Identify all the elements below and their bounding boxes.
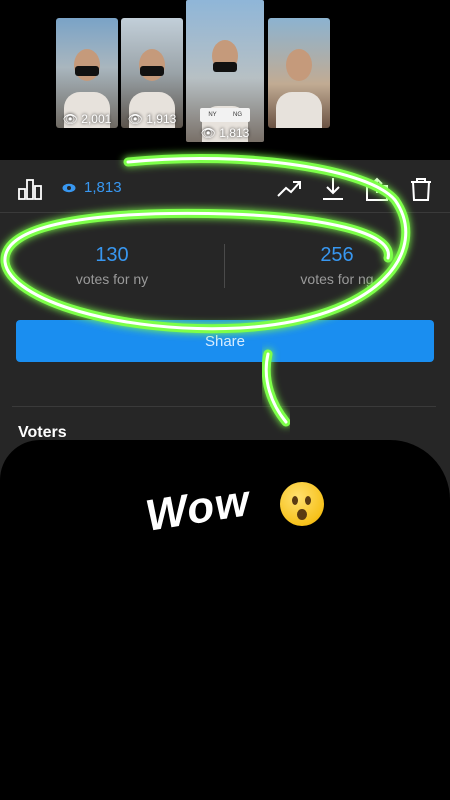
thumbnail-views-value: 2,001: [81, 112, 112, 126]
vote-count: 130: [95, 244, 129, 266]
divider: [12, 406, 436, 407]
thumbnail-views: 👁 1,813: [200, 126, 250, 140]
face-mask: [75, 66, 99, 77]
vote-count: 256: [320, 244, 354, 266]
person-face: [286, 48, 312, 81]
results-separator: [224, 244, 225, 288]
story-thumbnail-1[interactable]: 👁 2,001: [56, 18, 118, 128]
vote-label: votes for ny: [75, 271, 149, 287]
vote-label: votes for ng: [300, 271, 374, 287]
face-mask: [140, 66, 164, 77]
poll-result-ny[interactable]: 130 votes for ny: [12, 244, 212, 287]
story-thumbnail-4[interactable]: [268, 18, 330, 128]
story-thumbnail-strip: 👁 2,001 👁 1,913 NY NG 👁 1,813: [0, 0, 450, 160]
face-mask: [213, 62, 237, 73]
download-icon[interactable]: [320, 176, 346, 202]
divider: [0, 212, 450, 213]
story-thumbnail-2[interactable]: 👁 1,913: [121, 18, 183, 128]
insights-toolbar: 1,813: [0, 160, 450, 216]
poll-result-ng[interactable]: 256 votes for ng: [237, 244, 437, 287]
eye-icon: [62, 183, 76, 193]
share-results-button[interactable]: Share: [16, 320, 434, 362]
thumbnail-views-value: 1,813: [219, 126, 250, 140]
story-thumbnail-active[interactable]: NY NG 👁 1,813: [186, 0, 264, 142]
thumbnail-views: 👁 2,001: [62, 112, 112, 126]
hushed-face-emoji-icon: [280, 482, 324, 526]
wow-text: Wow: [142, 475, 254, 541]
poll-option-ng: NG: [233, 112, 242, 118]
trash-icon[interactable]: [408, 176, 434, 202]
trending-icon[interactable]: [276, 176, 302, 202]
insights-bar-icon[interactable]: [18, 178, 42, 200]
person-body: [276, 92, 322, 128]
wow-sticker: Wow: [140, 476, 340, 550]
poll-sticker-preview: NY NG: [200, 108, 250, 122]
story-view-count[interactable]: 1,813: [84, 179, 122, 196]
thumbnail-views: 👁 1,913: [127, 112, 177, 126]
poll-option-ny: NY: [208, 112, 217, 118]
poll-results: 130 votes for ny 256 votes for ng: [0, 230, 450, 312]
thumbnail-views-value: 1,913: [146, 112, 177, 126]
share-icon[interactable]: [364, 176, 390, 202]
